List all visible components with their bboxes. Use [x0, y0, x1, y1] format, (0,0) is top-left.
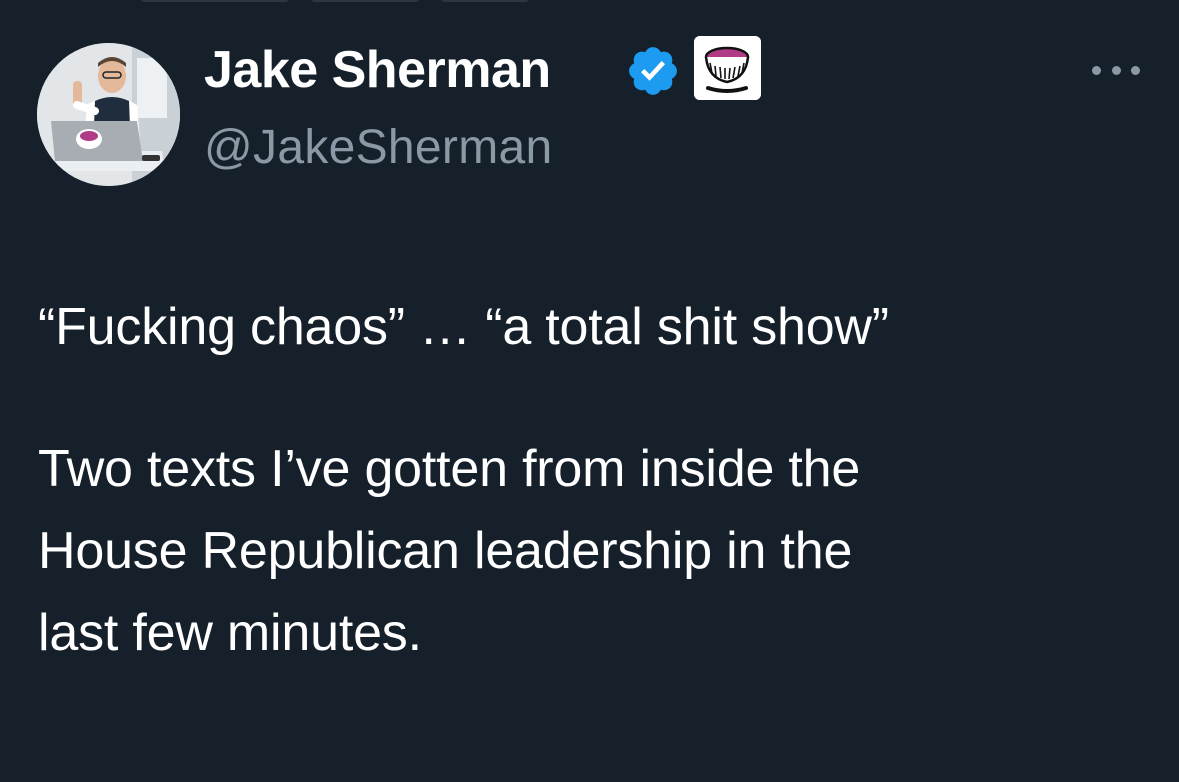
tweet-text-line: “Fucking chaos” … “a total shit show” — [38, 298, 889, 356]
more-horizontal-icon — [1131, 65, 1140, 75]
tweet-text-line: Two texts I’ve gotten from inside the — [38, 440, 861, 498]
more-horizontal-icon — [1092, 65, 1101, 75]
author-handle[interactable]: @JakeSherman — [204, 118, 552, 178]
more-options-button[interactable] — [1092, 56, 1140, 84]
punchbowl-affiliate-icon[interactable] — [694, 36, 761, 100]
avatar[interactable] — [37, 43, 180, 186]
tweet: Jake Sherman @JakeSherman “Fucking chaos… — [0, 0, 1179, 782]
tweet-text-line: House Republican leadership in the — [38, 522, 853, 580]
more-horizontal-icon — [1111, 65, 1121, 75]
author-name[interactable]: Jake Sherman — [204, 38, 551, 102]
tweet-text-line: last few minutes. — [38, 604, 422, 662]
verified-check-icon[interactable] — [625, 43, 681, 99]
tweet-text: “Fucking chaos” … “a total shit show” Tw… — [38, 286, 1148, 674]
